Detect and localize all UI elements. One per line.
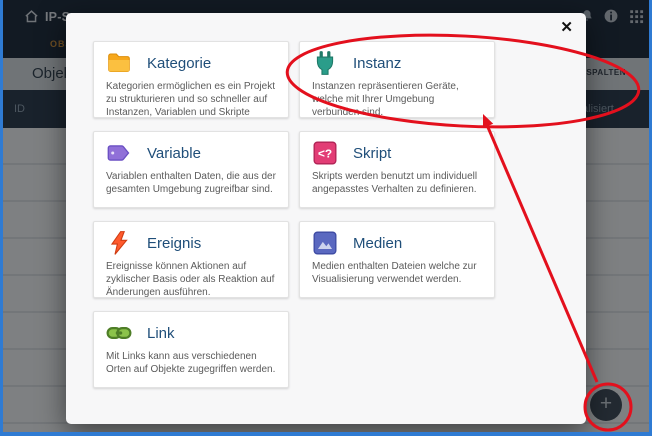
card-description: Kategorien ermöglichen es ein Projekt zu… (106, 80, 276, 118)
card-title: Variable (147, 145, 201, 162)
card-link[interactable]: Link Mit Links kann aus verschiedenen Or… (93, 311, 289, 388)
card-description: Medien enthalten Dateien welche zur Visu… (312, 260, 482, 286)
app-window: IP-Symcon OBJEKTBAUM Objektbaum SPALTEN (0, 0, 652, 436)
card-title: Ereignis (147, 235, 201, 252)
add-object-dialog: ✕ Kategorie Kategorien ermöglichen es ei… (66, 13, 586, 424)
script-icon: <? (312, 140, 338, 166)
card-title: Medien (353, 235, 402, 252)
lightning-icon (106, 230, 132, 256)
card-description: Ereignisse können Aktionen auf zyklische… (106, 260, 276, 298)
card-description: Variablen enthalten Daten, die aus der g… (106, 170, 276, 196)
card-medien[interactable]: Medien Medien enthalten Dateien welche z… (299, 221, 495, 298)
card-title: Link (147, 325, 175, 342)
close-icon[interactable]: ✕ (560, 19, 573, 37)
card-instanz[interactable]: Instanz Instanzen repräsentieren Geräte,… (299, 41, 495, 118)
card-description: Skripts werden benutzt um individuell an… (312, 170, 482, 196)
card-kategorie[interactable]: Kategorie Kategorien ermöglichen es ein … (93, 41, 289, 118)
card-title: Kategorie (147, 55, 211, 72)
card-skript[interactable]: <? Skript Skripts werden benutzt um indi… (299, 131, 495, 208)
card-description: Mit Links kann aus verschiedenen Orten a… (106, 350, 276, 376)
tag-icon (106, 140, 132, 166)
plug-icon (312, 50, 338, 76)
card-description: Instanzen repräsentieren Geräte, welche … (312, 80, 482, 118)
folder-icon (106, 50, 132, 76)
card-ereignis[interactable]: Ereignis Ereignisse können Aktionen auf … (93, 221, 289, 298)
window-border-left (0, 0, 3, 436)
card-title: Instanz (353, 55, 401, 72)
card-title: Skript (353, 145, 391, 162)
link-icon (106, 320, 132, 346)
svg-text:<?: <? (318, 147, 332, 161)
object-type-grid: Kategorie Kategorien ermöglichen es ein … (93, 41, 495, 388)
card-variable[interactable]: Variable Variablen enthalten Daten, die … (93, 131, 289, 208)
window-border-bottom (0, 432, 652, 436)
media-icon (312, 230, 338, 256)
